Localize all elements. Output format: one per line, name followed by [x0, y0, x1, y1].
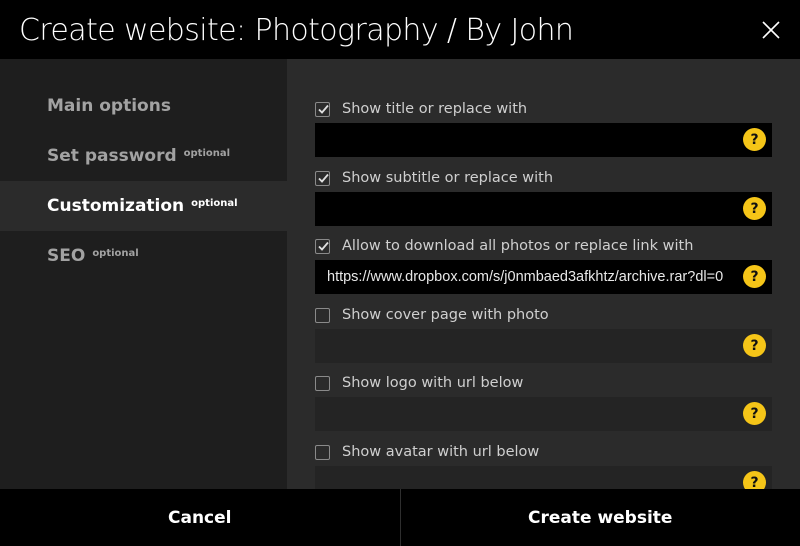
sidebar-item-label: Main options — [47, 96, 171, 116]
show-logo-checkbox-row[interactable]: Show logo with url below — [315, 373, 523, 393]
avatar-url-field: ? — [315, 466, 772, 489]
optional-badge: optional — [183, 147, 231, 159]
show-title-checkbox-row[interactable]: Show title or replace with — [315, 99, 527, 119]
checkmark-icon — [318, 241, 329, 251]
subtitle-field: ? — [315, 192, 772, 226]
logo-url-input[interactable] — [315, 397, 727, 431]
show-subtitle-checkbox-row[interactable]: Show subtitle or replace with — [315, 168, 553, 188]
allow-download-checkbox-row[interactable]: Allow to download all photos or replace … — [315, 236, 693, 256]
checkmark-icon — [318, 173, 329, 183]
show-cover-checkbox-row[interactable]: Show cover page with photo — [315, 305, 549, 325]
close-icon[interactable] — [759, 18, 783, 42]
show-logo-checkbox[interactable] — [315, 375, 330, 391]
help-icon[interactable]: ? — [743, 265, 766, 288]
checkbox-label: Show title or replace with — [342, 101, 528, 117]
checkbox-label: Show avatar with url below — [342, 444, 540, 460]
cancel-button[interactable]: Cancel — [0, 489, 400, 546]
cover-photo-field: ? — [315, 329, 772, 363]
allow-download-checkbox[interactable] — [315, 238, 330, 254]
help-icon[interactable]: ? — [743, 197, 766, 220]
cover-photo-input[interactable] — [315, 329, 727, 363]
sidebar-item-label: SEO — [47, 246, 86, 266]
help-icon[interactable]: ? — [743, 334, 766, 357]
help-icon[interactable]: ? — [743, 402, 766, 425]
checkbox-label: Show cover page with photo — [342, 307, 549, 323]
customization-panel: Show title or replace with ? Show subtit… — [287, 59, 800, 489]
logo-url-field: ? — [315, 397, 772, 431]
checkbox-label: Allow to download all photos or replace … — [342, 238, 694, 254]
sidebar-item-set-password[interactable]: Set password optional — [0, 131, 287, 181]
create-website-button[interactable]: Create website — [401, 489, 800, 546]
sidebar-item-label: Customization — [47, 196, 185, 216]
show-title-checkbox[interactable] — [315, 101, 330, 117]
checkbox-label: Show subtitle or replace with — [342, 170, 554, 186]
checkmark-icon — [318, 104, 329, 114]
show-avatar-checkbox-row[interactable]: Show avatar with url below — [315, 442, 539, 462]
title-input[interactable] — [315, 123, 727, 157]
sidebar-item-label: Set password — [47, 146, 177, 166]
help-icon[interactable]: ? — [743, 471, 766, 489]
sidebar-item-seo[interactable]: SEO optional — [0, 231, 287, 281]
sidebar: Main options Set password optional Custo… — [0, 59, 287, 489]
title-field: ? — [315, 123, 772, 157]
dialog-title: Create website: Photography / By John — [19, 12, 574, 48]
avatar-url-input[interactable] — [315, 466, 727, 489]
optional-badge: optional — [92, 247, 139, 259]
sidebar-item-main-options[interactable]: Main options — [0, 81, 287, 131]
optional-badge: optional — [191, 197, 238, 209]
show-avatar-checkbox[interactable] — [315, 444, 330, 460]
dialog-header: Create website: Photography / By John — [0, 0, 800, 59]
download-link-field: ? — [315, 260, 772, 294]
subtitle-input[interactable] — [315, 192, 727, 226]
sidebar-item-customization[interactable]: Customization optional — [0, 181, 287, 231]
download-link-input[interactable] — [315, 260, 727, 294]
dialog-footer: Cancel Create website — [0, 489, 800, 546]
checkbox-label: Show logo with url below — [342, 375, 524, 391]
show-cover-checkbox[interactable] — [315, 307, 330, 323]
show-subtitle-checkbox[interactable] — [315, 170, 330, 186]
help-icon[interactable]: ? — [743, 128, 766, 151]
